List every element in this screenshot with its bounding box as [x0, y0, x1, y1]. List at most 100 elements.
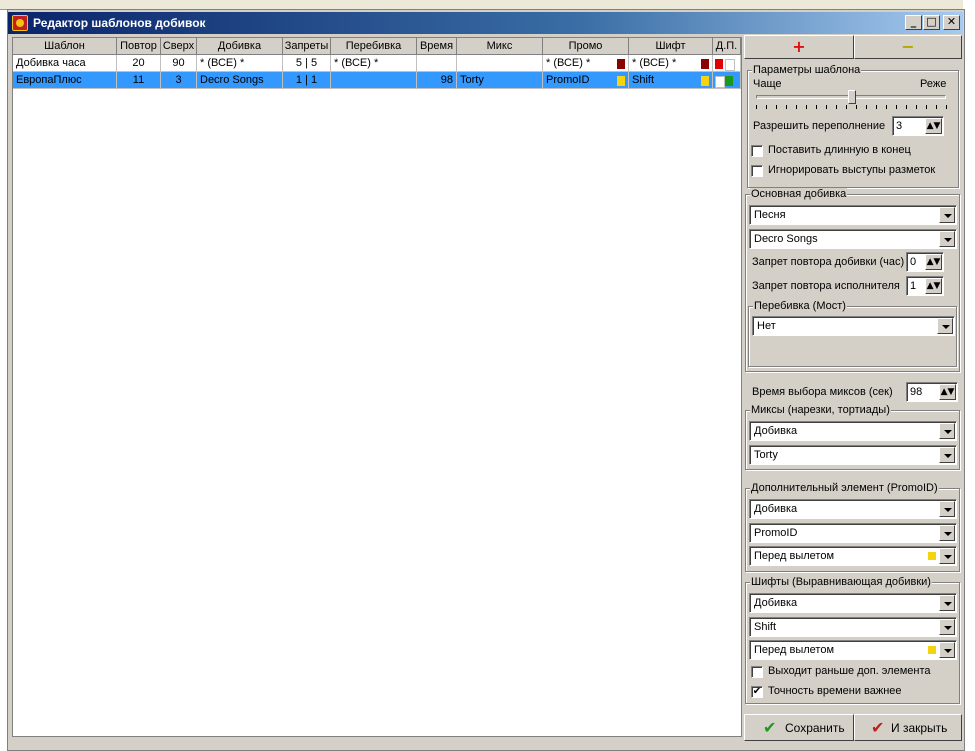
chevron-down-icon[interactable] [939, 501, 955, 517]
column-header-bridge[interactable]: Перебивка [331, 38, 417, 55]
template-params-title: Параметры шаблона [752, 64, 862, 76]
maximize-button[interactable]: □ [923, 15, 940, 30]
promo-color-swatch [617, 76, 625, 86]
main-source-value: Decro Songs [754, 233, 818, 245]
cell-over: 3 [161, 72, 197, 89]
table-row[interactable]: Добивка часа 20 90 * (ВСЕ) * 5 | 5 * (ВС… [13, 55, 741, 72]
slider-thumb[interactable] [848, 90, 856, 104]
promo-source-select[interactable]: PromoID [749, 523, 957, 543]
mix-type-select[interactable]: Добивка [749, 421, 957, 441]
column-header-fill[interactable]: Добивка [197, 38, 283, 55]
save-label: Сохранить [785, 721, 845, 735]
exit-early-checkbox[interactable] [751, 666, 763, 678]
chevron-down-icon[interactable] [939, 619, 955, 635]
slider-tick [936, 105, 937, 109]
column-header-over[interactable]: Сверх [161, 38, 197, 55]
slider-tick [896, 105, 897, 109]
main-fill-title: Основная добивка [750, 188, 848, 200]
slider-tick [806, 105, 807, 109]
main-source-select[interactable]: Decro Songs [749, 229, 957, 249]
column-header-shift[interactable]: Шифт [629, 38, 713, 55]
column-header-mix[interactable]: Микс [457, 38, 543, 55]
slider-left-label: Чаще [753, 78, 782, 90]
cell-fill: Decro Songs [197, 72, 283, 89]
column-header-repeat[interactable]: Повтор [117, 38, 161, 55]
promo-title: Дополнительный элемент (PromoID) [750, 482, 939, 494]
artist-ban-spinner[interactable]: 1 ▲▼ [906, 276, 944, 296]
column-header-bans[interactable]: Запреты [283, 38, 331, 55]
cell-promo-text: * (ВСЕ) * [546, 57, 591, 69]
column-header-template[interactable]: Шаблон [13, 38, 117, 55]
promo-position-select[interactable]: Перед вылетом [749, 546, 957, 566]
cell-repeat: 20 [117, 55, 161, 72]
remove-template-button[interactable]: − [854, 35, 962, 59]
fill-ban-value: 0 [910, 256, 917, 268]
slider-tick [916, 105, 917, 109]
chevron-down-icon[interactable] [939, 642, 955, 658]
column-header-promo[interactable]: Промо [543, 38, 629, 55]
chevron-down-icon[interactable] [939, 447, 955, 463]
slider-tick [796, 105, 797, 109]
main-type-select[interactable]: Песня [749, 205, 957, 225]
mix-time-value: 98 [910, 386, 923, 398]
minimize-button[interactable]: _ [905, 15, 922, 30]
spin-arrows-icon[interactable]: ▲▼ [939, 384, 956, 400]
cell-bans: 1 | 1 [283, 72, 331, 89]
cell-bridge [331, 72, 417, 89]
save-button[interactable]: ✔ Сохранить [744, 714, 854, 741]
chevron-down-icon[interactable] [939, 595, 955, 611]
slider-tick [836, 105, 837, 109]
time-accuracy-checkbox[interactable]: ✔ [751, 686, 763, 698]
close-button[interactable]: ✕ [943, 15, 960, 30]
overflow-spinner[interactable]: 3 ▲▼ [892, 116, 944, 136]
title-bar[interactable]: Редактор шаблонов добивок _ □ ✕ [8, 12, 963, 34]
table-row-selected[interactable]: ЕвропаПлюс 11 3 Decro Songs 1 | 1 98 Tor… [13, 72, 741, 89]
chevron-down-icon[interactable] [939, 548, 955, 564]
mixes-title: Миксы (нарезки, тортиады) [750, 404, 891, 416]
spin-arrows-icon[interactable]: ▲▼ [925, 278, 942, 294]
cell-promo-text: PromoID [546, 74, 590, 86]
promo-source-value: PromoID [754, 527, 798, 539]
chevron-down-icon[interactable] [939, 423, 955, 439]
chevron-down-icon[interactable] [937, 318, 953, 334]
slider-tick [876, 105, 877, 109]
shift-position-select[interactable]: Перед вылетом [749, 640, 957, 660]
overflow-value: 3 [896, 120, 903, 132]
promo-position-value: Перед вылетом [754, 550, 835, 562]
save-and-close-button[interactable]: ✔ И закрыть [854, 714, 962, 741]
plus-icon: + [792, 37, 806, 56]
mix-source-select[interactable]: Torty [749, 445, 957, 465]
dp-color-swatch [715, 76, 725, 88]
bridge-value: Нет [757, 320, 776, 332]
add-template-button[interactable]: + [744, 35, 854, 59]
mix-time-label: Время выбора миксов (сек) [752, 386, 893, 398]
dp-color-swatch [725, 59, 735, 71]
long-at-end-label: Поставить длинную в конец [768, 144, 911, 156]
spin-arrows-icon[interactable]: ▲▼ [925, 254, 942, 270]
fill-ban-spinner[interactable]: 0 ▲▼ [906, 252, 944, 272]
mix-time-spinner[interactable]: 98 ▲▼ [906, 382, 958, 402]
slider-tick [846, 105, 847, 109]
shift-type-select[interactable]: Добивка [749, 593, 957, 613]
templates-grid[interactable]: Шаблон Повтор Сверх Добивка Запреты Пере… [12, 37, 742, 737]
artist-ban-value: 1 [910, 280, 917, 292]
chevron-down-icon[interactable] [939, 231, 955, 247]
cell-time [417, 55, 457, 72]
column-header-dp[interactable]: Д.П. [713, 38, 741, 55]
app-icon [12, 15, 28, 31]
ignore-marks-checkbox[interactable] [751, 165, 763, 177]
cell-mix [457, 55, 543, 72]
promo-type-select[interactable]: Добивка [749, 499, 957, 519]
frequency-slider[interactable] [756, 90, 946, 104]
spin-arrows-icon[interactable]: ▲▼ [925, 118, 942, 134]
close-label: И закрыть [891, 721, 948, 735]
column-header-time[interactable]: Время [417, 38, 457, 55]
chevron-down-icon[interactable] [939, 525, 955, 541]
chevron-down-icon[interactable] [939, 207, 955, 223]
cell-shift: * (ВСЕ) * [629, 55, 713, 72]
long-at-end-checkbox[interactable] [751, 145, 763, 157]
bridge-select[interactable]: Нет [752, 316, 955, 336]
shift-source-select[interactable]: Shift [749, 617, 957, 637]
dp-color-swatch [725, 76, 733, 86]
cell-promo: * (ВСЕ) * [543, 55, 629, 72]
